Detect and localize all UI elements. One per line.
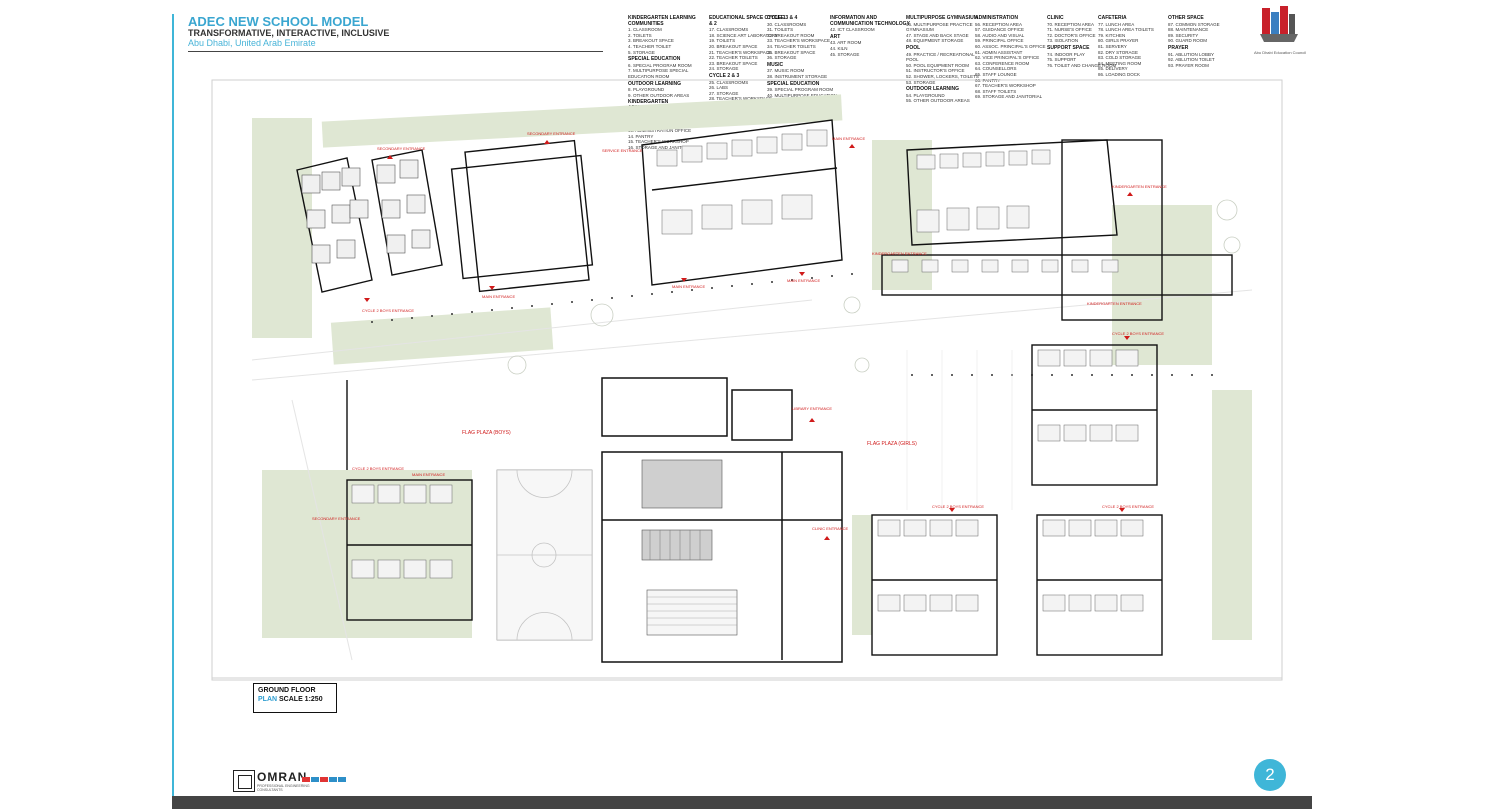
main-entrance-label: MAIN ENTRANCE [482,294,515,299]
brand-swatch [302,777,310,782]
library-entrance-label: LIBRARY ENTRANCE [792,406,832,411]
project-subtitle: TRANSFORMATIVE, INTERACTIVE, INCLUSIVE [188,28,390,38]
secondary-entrance-label-2: SECONDARY ENTRANCE [527,131,576,136]
secondary-entrance-label-3: SECONDARY ENTRANCE [312,516,361,521]
cycle-entrance-label: CYCLE 2 BOYS ENTRANCE [362,308,414,313]
plan-title-line1: GROUND FLOOR [258,687,316,694]
main-entrance-label-2: MAIN ENTRANCE [672,284,705,289]
plan-title-line2: PLAN SCALE 1:250 [258,695,332,704]
cycle-entrance-label-4: CYCLE 2 BOYS ENTRANCE [1102,504,1154,509]
plan-scale: SCALE 1:250 [279,696,323,703]
legend-item: 42. ICT CLASSROOM [830,27,875,33]
omran-mark-icon [233,770,255,792]
legend-item: 46. MULTIPURPOSE PRACTICE GYMNASIUM [906,21,973,33]
cycle-entrance-label-5: CYCLE 2 BOYS ENTRANCE [1112,331,1164,336]
flag-plaza-boys-label: FLAG PLAZA (BOYS) [462,430,511,436]
legend-heading: KINDERGARTEN LEARNING COMMUNITIES [628,15,696,27]
legend-item: 48. EQUIPMENT STORAGE [906,38,964,44]
legend-heading: INFORMATION AND COMMUNICATION TECHNOLOGY [830,15,910,27]
plan-title-box: GROUND FLOOR PLAN SCALE 1:250 [253,683,337,713]
legend-column: INFORMATION AND COMMUNICATION TECHNOLOGY… [830,14,910,57]
footer-bar [172,796,1312,809]
clinic-entrance-label: CLINIC ENTRANCE [812,526,849,531]
brand-swatch [311,777,319,782]
administration-entrance-label: MAIN ENTRANCE [832,136,865,141]
brand-swatch [338,777,346,782]
kindergarten-entrance-label-2: KINDERGARTEN ENTRANCE [872,251,927,256]
legend-item: 45. STORAGE [830,51,860,57]
omran-wordmark: OMRAN [257,770,308,784]
logo-caption: Abu Dhabi Education Council [1253,50,1307,55]
main-entrance-label-3: MAIN ENTRANCE [787,278,820,283]
brand-swatch [320,777,328,782]
legend-item: 5. STORAGE [628,49,655,55]
brand-swatch [329,777,337,782]
secondary-entrance-label: SECONDARY ENTRANCE [377,146,426,151]
legend-heading: MULTIPURPOSE GYMNASIUM [906,15,978,21]
ground-floor-plan: SECONDARY ENTRANCE SECONDARY ENTRANCE SE… [211,79,1283,681]
cycle-entrance-label-2: CYCLE 2 BOYS ENTRANCE [352,466,404,471]
service-entrance-label: SERVICE ENTRANCE [602,148,643,153]
main-entrance-label-4: MAIN ENTRANCE [412,472,445,477]
project-title: ADEC NEW SCHOOL MODEL [188,14,369,29]
kindergarten-entrance-label-3: KINDERGARTEN ENTRANCE [1087,301,1142,306]
omran-tagline: PROFESSIONAL ENGINEERING CONSULTANTS [257,784,310,792]
title-divider [188,51,603,52]
kindergarten-entrance-label: KINDERGARTEN ENTRANCE [1112,184,1167,189]
cycle-entrance-label-3: CYCLE 2 BOYS ENTRANCE [932,504,984,509]
page-number-badge: 2 [1254,759,1286,791]
legend-item: 90. GUARD ROOM [1168,38,1208,44]
legend-item: 60. ASSOC. PRINCIPAL'S OFFICE [975,43,1046,49]
plan-word: PLAN [258,696,278,703]
project-location: Abu Dhabi, United Arab Emirate [188,38,316,48]
flag-plaza-girls-label: FLAG PLAZA (GIRLS) [867,441,917,447]
